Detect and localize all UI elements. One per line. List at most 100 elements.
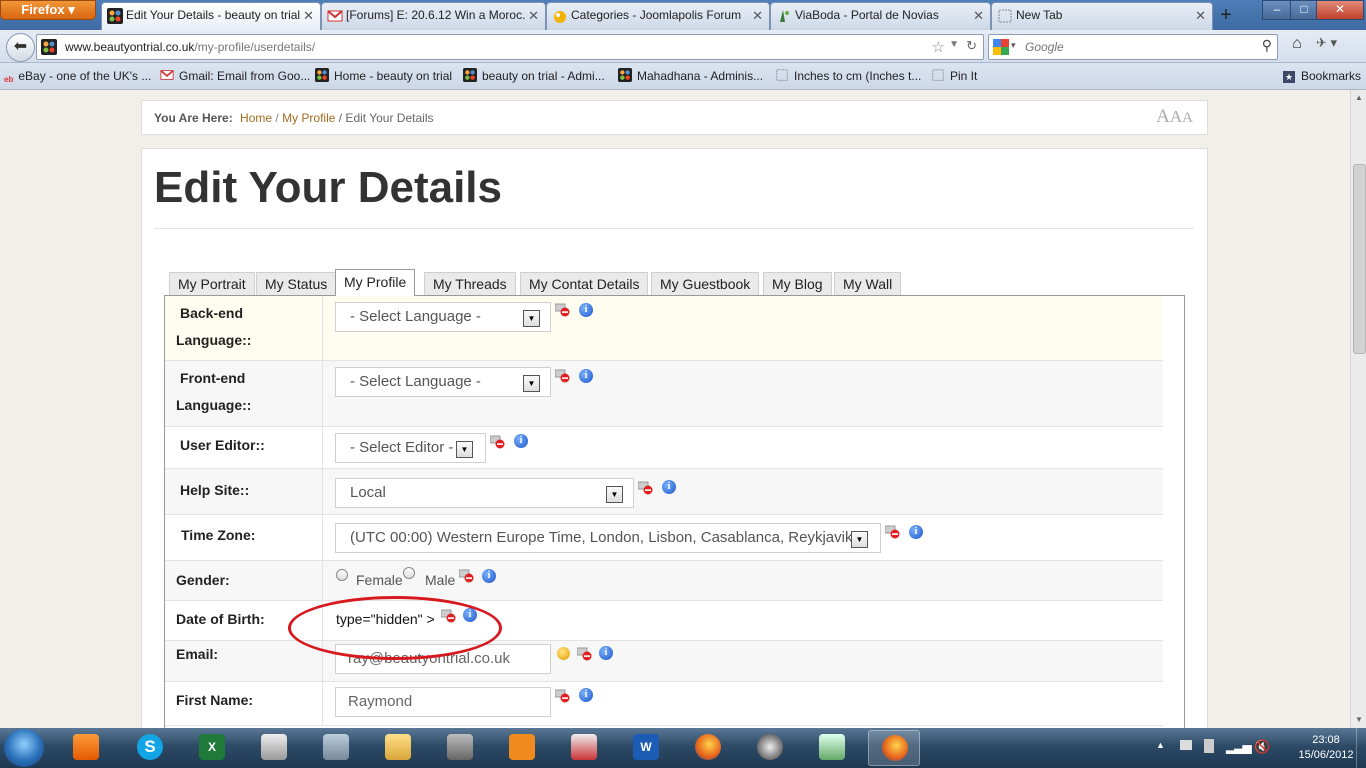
row-help-site: Help Site:: Local ▼ i [165, 469, 1163, 515]
network-adapter-icon[interactable] [1180, 740, 1192, 750]
info-icon[interactable]: i [909, 525, 923, 539]
back-arrow-icon[interactable]: ⬅ [6, 33, 35, 62]
breadcrumb-profile-link[interactable]: My Profile [282, 111, 335, 125]
visibility-flag-icon [555, 689, 570, 703]
font-size-medium[interactable]: A [1170, 107, 1182, 126]
volume-muted-icon[interactable]: 🔇 [1254, 739, 1270, 755]
browser-tab[interactable]: Categories - Joomlapolis Forum ✕ [546, 2, 770, 30]
tab-my-guestbook[interactable]: My Guestbook [651, 272, 760, 295]
url-bar[interactable]: www.beautyontrial.co.uk/my-profile/userd… [36, 34, 984, 60]
bookmark-item[interactable]: Home - beauty on trial [315, 67, 452, 85]
taskbar-gimp[interactable] [434, 730, 486, 766]
taskbar-excel[interactable]: X [186, 730, 238, 766]
navigation-toolbar: ⬅ www.beautyontrial.co.uk/my-profile/use… [0, 30, 1366, 63]
taskbar-globe[interactable] [744, 730, 796, 766]
tab-close-icon[interactable]: ✕ [973, 3, 984, 28]
taskbar-calculator[interactable] [310, 730, 362, 766]
tab-close-icon[interactable]: ✕ [1195, 3, 1206, 28]
tab-my-portrait[interactable]: My Portrait [169, 272, 255, 295]
browser-tab[interactable]: New Tab ✕ [991, 2, 1213, 30]
scanner-icon [261, 734, 287, 760]
page-scrollbar[interactable]: ▲ ▼ [1350, 90, 1366, 728]
bookmark-item[interactable]: eb eBay - one of the UK's ... [4, 67, 151, 85]
time-zone-select[interactable]: (UTC 00:00) Western Europe Time, London,… [335, 523, 881, 553]
taskbar-skype[interactable]: S [124, 730, 176, 766]
font-size-large[interactable]: A [1156, 106, 1170, 127]
taskbar-paint[interactable] [558, 730, 610, 766]
taskbar-notepad[interactable] [806, 730, 858, 766]
scroll-thumb[interactable] [1353, 164, 1366, 354]
addon-icon[interactable]: ✈ ▾ [1316, 35, 1356, 57]
info-icon[interactable]: i [482, 569, 496, 583]
show-desktop-button[interactable] [1356, 728, 1366, 768]
usb-device-icon[interactable] [1204, 739, 1214, 753]
close-window-button[interactable]: ✕ [1316, 0, 1364, 20]
browser-tab[interactable]: [Forums] E: 20.6.12 Win a Moroc... ✕ [321, 2, 546, 30]
bookmark-item[interactable]: beauty on trial - Admi... [463, 67, 605, 85]
taskbar-office-tool[interactable] [496, 730, 548, 766]
bookmark-star-icon[interactable]: ☆ [932, 38, 945, 56]
taskbar-firefox[interactable] [682, 730, 734, 766]
info-icon[interactable]: i [579, 688, 593, 702]
minimize-button[interactable]: – [1262, 0, 1292, 20]
font-size-small[interactable]: A [1182, 110, 1193, 126]
tab-my-profile[interactable]: My Profile [335, 269, 416, 296]
firefox-menu-button[interactable]: Firefox ▾ [0, 0, 96, 20]
search-icon[interactable]: ⚲ [1262, 37, 1272, 54]
info-icon[interactable]: i [579, 303, 593, 317]
tab-close-icon[interactable]: ✕ [528, 3, 539, 28]
gender-female-radio[interactable] [336, 569, 348, 581]
info-icon[interactable]: i [662, 480, 676, 494]
user-editor-select[interactable]: - Select Editor - ▼ [335, 433, 486, 463]
backend-language-select[interactable]: - Select Language - ▼ [335, 302, 551, 332]
chevron-down-icon: ▼ [523, 375, 540, 392]
show-hidden-icons-icon[interactable]: ▲ [1156, 740, 1165, 750]
date-of-birth-label: Date of Birth: [176, 611, 265, 627]
reload-icon[interactable]: ↻ [966, 38, 977, 54]
help-site-label: Help Site:: [180, 482, 250, 498]
help-site-select[interactable]: Local ▼ [335, 478, 634, 508]
system-clock[interactable]: 23:08 15/06/2012 [1296, 733, 1356, 763]
tab-my-blog[interactable]: My Blog [763, 272, 832, 295]
breadcrumb-home-link[interactable]: Home [240, 111, 272, 125]
info-icon[interactable]: i [579, 369, 593, 383]
search-engine-dropdown-icon[interactable]: ▾ [1011, 40, 1016, 51]
tab-my-threads[interactable]: My Threads [424, 272, 516, 295]
taskbar-file-explorer[interactable] [372, 730, 424, 766]
first-name-field[interactable]: Raymond [335, 687, 551, 717]
tab-close-icon[interactable]: ✕ [752, 3, 763, 28]
scroll-down-icon[interactable]: ▼ [1351, 712, 1366, 728]
home-icon[interactable]: ⌂ [1284, 35, 1310, 57]
scroll-up-icon[interactable]: ▲ [1351, 90, 1366, 106]
browser-tab-active[interactable]: Edit Your Details - beauty on trial ✕ [101, 2, 321, 31]
search-bar[interactable]: ▾ Google ⚲ [988, 34, 1278, 60]
info-icon[interactable]: i [599, 646, 613, 660]
bookmark-item[interactable]: Gmail: Email from Goo... [160, 67, 310, 85]
bookmark-item[interactable]: Mahadhana - Adminis... [618, 67, 763, 85]
tab-my-wall[interactable]: My Wall [834, 272, 902, 295]
frontend-language-select[interactable]: - Select Language - ▼ [335, 367, 551, 397]
taskbar-scanner[interactable] [248, 730, 300, 766]
start-button[interactable] [4, 729, 44, 767]
font-size-control[interactable]: AAA [1156, 106, 1193, 128]
info-icon[interactable]: i [514, 434, 528, 448]
bookmark-item[interactable]: Inches to cm (Inches t... [775, 67, 921, 85]
tab-title: [Forums] E: 20.6.12 Win a Moroc... [346, 8, 525, 22]
taskbar-media-player[interactable] [60, 730, 112, 766]
history-dropdown-icon[interactable]: ▼ [949, 39, 959, 50]
new-tab-button[interactable]: + [1212, 4, 1240, 28]
tab-my-status[interactable]: My Status [256, 272, 337, 295]
bookmark-item[interactable]: Pin It [931, 67, 977, 85]
tab-my-contact-details[interactable]: My Contat Details [520, 272, 649, 295]
browser-tab[interactable]: ViaBoda - Portal de Novias ✕ [770, 2, 991, 30]
bookmark-label: Inches to cm (Inches t... [794, 69, 922, 83]
maximize-button[interactable]: □ [1290, 0, 1318, 20]
gender-male-radio[interactable] [403, 567, 415, 579]
tab-close-icon[interactable]: ✕ [303, 3, 314, 28]
signal-strength-icon[interactable]: ▂▃▅ [1226, 740, 1252, 754]
url-path: /my-profile/userdetails/ [194, 40, 316, 54]
bookmarks-menu-button[interactable]: ★ Bookmarks [1283, 67, 1361, 85]
taskbar-word[interactable]: W [620, 730, 672, 766]
search-input[interactable]: Google [1025, 40, 1064, 54]
taskbar-firefox-active[interactable] [868, 730, 920, 766]
